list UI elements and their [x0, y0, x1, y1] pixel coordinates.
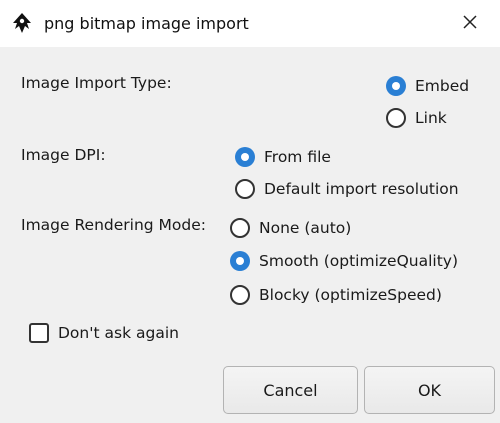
- radio-from-file-label: From file: [264, 148, 331, 166]
- radio-none-auto-label: None (auto): [259, 219, 352, 237]
- radio-indicator: [230, 285, 250, 305]
- radio-blocky[interactable]: Blocky (optimizeSpeed): [230, 285, 442, 305]
- radio-indicator: [235, 147, 255, 167]
- radio-link[interactable]: Link: [386, 108, 447, 128]
- radio-embed-label: Embed: [415, 77, 470, 95]
- radio-indicator: [386, 76, 406, 96]
- rendering-mode-label: Image Rendering Mode:: [21, 216, 207, 234]
- dont-ask-again-checkbox[interactable]: Don't ask again: [29, 323, 179, 343]
- radio-default-resolution-label: Default import resolution: [264, 180, 459, 198]
- dpi-label: Image DPI:: [21, 146, 106, 164]
- close-button[interactable]: [452, 6, 488, 42]
- radio-indicator: [230, 251, 250, 271]
- cancel-button[interactable]: Cancel: [223, 366, 358, 414]
- window-title: png bitmap image import: [44, 14, 249, 33]
- inkscape-logo-icon: [11, 12, 33, 34]
- dont-ask-again-label: Don't ask again: [58, 324, 179, 342]
- radio-link-label: Link: [415, 109, 447, 127]
- radio-indicator: [235, 179, 255, 199]
- radio-smooth[interactable]: Smooth (optimizeQuality): [230, 251, 458, 271]
- import-type-label: Image Import Type:: [21, 74, 172, 92]
- checkbox-box: [29, 323, 49, 343]
- radio-blocky-label: Blocky (optimizeSpeed): [259, 286, 442, 304]
- ok-button[interactable]: OK: [364, 366, 495, 414]
- radio-from-file[interactable]: From file: [235, 147, 331, 167]
- radio-indicator: [230, 218, 250, 238]
- title-bar: png bitmap image import: [0, 0, 500, 47]
- radio-embed[interactable]: Embed: [386, 76, 469, 96]
- radio-default-resolution[interactable]: Default import resolution: [235, 179, 459, 199]
- radio-smooth-label: Smooth (optimizeQuality): [259, 252, 458, 270]
- radio-none-auto[interactable]: None (auto): [230, 218, 351, 238]
- radio-indicator: [386, 108, 406, 128]
- close-icon: [462, 14, 478, 34]
